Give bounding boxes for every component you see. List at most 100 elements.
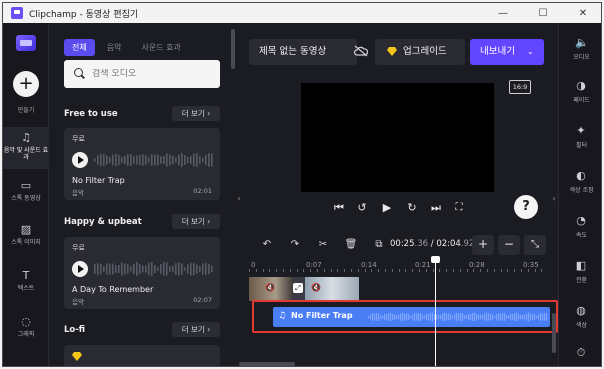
playhead[interactable] [431, 256, 440, 366]
current-time-ms: .36 [414, 239, 429, 249]
ruler-tick [473, 269, 475, 272]
upgrade-button[interactable]: 업그레이드 [375, 39, 465, 65]
see-more-button-happy-upbeat[interactable]: 더 보기 › [172, 214, 220, 229]
play-preview-button[interactable] [72, 261, 88, 277]
aspect-ratio-button[interactable]: 16:9 [509, 80, 531, 94]
time-readout: 00:25.36 / 02:04.92 [390, 239, 474, 249]
see-more-button-lofi[interactable]: 더 보기 › [172, 322, 220, 337]
zoom-in-button[interactable]: + [472, 235, 494, 255]
ruler-tick [493, 269, 495, 272]
prop-item-label: 전환 [575, 277, 588, 284]
skip-to-end-icon[interactable]: ⏭ [429, 201, 443, 215]
ruler-tick [296, 269, 298, 272]
fullscreen-icon[interactable]: ⛶ [452, 201, 466, 215]
ruler-tick [330, 269, 332, 272]
redo-icon[interactable]: ↷ [287, 237, 303, 253]
tab-music[interactable]: 음악 [99, 39, 130, 56]
see-more-button-free[interactable]: 더 보기 › [172, 106, 220, 121]
mute-icon: 🔇 [311, 283, 321, 292]
library-tabs: 전체 음악 사운드 효과 [64, 39, 189, 56]
track-title: No Filter Trap [72, 176, 125, 185]
project-title[interactable]: 제목 없는 동영상 [249, 39, 357, 65]
audio-waveform [368, 312, 548, 322]
ruler-tick [317, 269, 318, 272]
close-button[interactable]: ✕ [563, 3, 601, 23]
ruler-tick [453, 269, 454, 272]
help-button[interactable]: ? [514, 195, 538, 219]
ruler-tick [514, 269, 516, 272]
ruler-tick [527, 269, 529, 272]
rail-item-stock-video[interactable]: ▭ 스톡 동영상 [3, 175, 49, 217]
rewind-5s-icon[interactable]: ↺ [355, 201, 369, 215]
ruler-tick [310, 269, 312, 272]
play-preview-button[interactable] [72, 152, 88, 168]
prop-item-label: 색상 [575, 322, 588, 329]
zoom-out-button[interactable]: − [498, 235, 520, 255]
skip-to-start-icon[interactable]: ⏮ [332, 201, 346, 215]
clipchamp-logo[interactable] [16, 35, 36, 51]
delete-icon[interactable]: 🗑 [343, 237, 359, 253]
collapse-left-panel-icon[interactable]: ‹ [235, 186, 243, 212]
text-icon: T [22, 269, 30, 282]
ruler-tick [262, 269, 264, 272]
track-card[interactable]: 무료 No Filter Trap 음악 02:01 [64, 128, 220, 200]
free-badge: 무료 [72, 244, 85, 252]
filter-wand-icon: ✦ [576, 124, 586, 137]
ruler-label: 0:28 [469, 261, 485, 269]
rail-item-graphics[interactable]: ◌ 그래픽 [3, 311, 49, 353]
music-note-icon: ♫ [21, 131, 31, 144]
prop-item-label: 색상 조정 [569, 187, 594, 194]
collapse-right-panel-icon[interactable]: ‹ [550, 186, 558, 212]
create-caption: 만들기 [17, 107, 35, 114]
prop-item-transition[interactable]: ◧ 전환 [559, 256, 601, 296]
prop-item-speed[interactable]: ◔ 속도 [559, 211, 601, 251]
timeline-vertical-scrollbar[interactable] [552, 313, 556, 353]
transition-icon[interactable]: ⤢ [293, 283, 303, 293]
shapes-icon: ◌ [21, 315, 31, 328]
image-icon: ▨ [20, 223, 32, 236]
timeline-horizontal-scrollbar[interactable] [239, 362, 295, 366]
prop-item-fade[interactable]: ◑ 페이드 [559, 76, 601, 116]
ruler-tick [419, 269, 420, 272]
minimize-button[interactable]: — [483, 3, 523, 23]
tab-sound-effects[interactable]: 사운드 효과 [133, 39, 188, 56]
ruler-tick [276, 269, 278, 272]
search-box[interactable] [64, 60, 220, 88]
fit-timeline-icon[interactable]: ⤡ [524, 235, 546, 255]
premium-gem-icon [387, 47, 397, 56]
see-more-label: 더 보기 [181, 217, 205, 226]
prop-item-audio[interactable]: 🔈 오디오 [559, 33, 601, 73]
prop-item-filter[interactable]: ✦ 필터 [559, 121, 601, 161]
video-preview[interactable] [301, 83, 494, 192]
ruler-tick [337, 269, 339, 272]
palette-icon: ◍ [576, 304, 586, 317]
rail-item-stock-image[interactable]: ▨ 스톡 이미지 [3, 219, 49, 261]
forward-5s-icon[interactable]: ↻ [405, 201, 419, 215]
audio-clip[interactable]: ♫ No Filter Trap [273, 307, 550, 327]
timeline-ruler[interactable]: 0 0:07 0:14 0:21 0:28 0:35 [249, 259, 549, 273]
prop-item-color-adjust[interactable]: ◐ 색상 조정 [559, 166, 601, 206]
search-input[interactable] [92, 69, 212, 79]
export-button[interactable]: 내보내기 ⌄ [470, 39, 544, 65]
search-icon [74, 68, 86, 80]
track-card[interactable] [64, 345, 220, 366]
video-track[interactable]: ⤢ 🔇 🔇 [249, 277, 359, 301]
rail-item-text[interactable]: T 텍스트 [3, 265, 49, 307]
ruler-tick [385, 269, 386, 272]
prop-item-color[interactable]: ◍ 색상 [559, 301, 601, 341]
ruler-tick [398, 269, 400, 272]
split-scissors-icon[interactable]: ✂ [315, 237, 331, 253]
tab-all[interactable]: 전체 [64, 39, 95, 56]
maximize-button[interactable]: ☐ [523, 3, 563, 23]
rail-item-music[interactable]: ♫ 음악 및 사운드 효과 [3, 127, 49, 169]
snap-icon[interactable]: ⧉ [371, 237, 387, 253]
ruler-tick [480, 269, 482, 272]
title-bar: Clipchamp - 동영상 편집기 — ☐ ✕ [3, 3, 601, 23]
undo-icon[interactable]: ↶ [259, 237, 275, 253]
mute-icon: 🔇 [265, 283, 275, 292]
create-button[interactable]: + [13, 71, 39, 97]
track-card[interactable]: 무료 A Day To Remember 음악 02:07 [64, 237, 220, 309]
play-icon[interactable]: ▶ [380, 201, 394, 215]
prop-item-timer[interactable]: ⏱ [559, 343, 601, 366]
waveform-graphic [94, 152, 213, 168]
